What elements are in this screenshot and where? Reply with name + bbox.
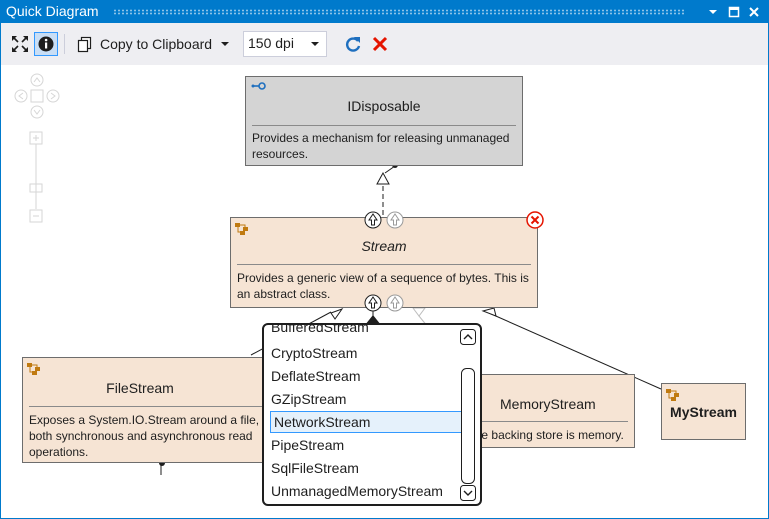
derived-types-popup: BufferedStream CryptoStream DeflateStrea…: [262, 323, 482, 506]
toolbar: Copy to Clipboard 150 dpi: [1, 23, 768, 65]
close-window-icon[interactable]: [746, 4, 762, 20]
class-icon: [235, 223, 248, 235]
filestream-name: FileStream: [106, 380, 174, 396]
filestream-description: Exposes a System.IO.Stream around a file…: [29, 413, 269, 459]
info-toggle-button[interactable]: [34, 32, 58, 56]
refresh-button[interactable]: [342, 32, 364, 56]
info-icon: [38, 36, 54, 52]
chevron-down-icon: [311, 42, 319, 46]
popup-item-bufferedstream[interactable]: BufferedStream: [271, 325, 369, 338]
idisposable-name: IDisposable: [347, 98, 421, 114]
popup-item-sqlfilestream[interactable]: SqlFileStream: [271, 457, 359, 479]
diagram-canvas[interactable]: IDisposable Provides a mechanism for rel…: [1, 65, 768, 518]
refresh-icon: [346, 37, 361, 52]
interface-icon: [251, 82, 266, 90]
class-icon: [27, 363, 40, 375]
mystream-class-box[interactable]: MyStream: [661, 383, 746, 440]
toolbar-separator: [64, 34, 65, 54]
copy-icon: [77, 36, 92, 53]
popup-item-networkstream[interactable]: NetworkStream: [270, 411, 462, 433]
divider: [29, 406, 283, 407]
popup-item-deflatestream[interactable]: DeflateStream: [271, 365, 360, 387]
window-title: Quick Diagram: [6, 3, 99, 19]
stream-name: Stream: [361, 238, 407, 254]
clear-button[interactable]: [369, 32, 391, 56]
filestream-class-box[interactable]: FileStream Exposes a System.IO.Stream ar…: [22, 357, 290, 463]
divider: [237, 264, 531, 265]
dpi-select[interactable]: 150 dpi: [243, 31, 327, 57]
popup-scrollbar[interactable]: [460, 329, 476, 501]
idisposable-interface-box[interactable]: IDisposable Provides a mechanism for rel…: [245, 76, 523, 166]
remove-node-icon[interactable]: [525, 210, 545, 230]
dropdown-arrow-icon[interactable]: [705, 4, 721, 20]
stream-base-expand-handles[interactable]: [363, 210, 407, 230]
idisposable-description: Provides a mechanism for releasing unman…: [252, 131, 510, 161]
title-bar-grip[interactable]: [113, 9, 684, 15]
stream-derived-expand-handles[interactable]: [363, 293, 407, 313]
class-icon: [666, 389, 679, 401]
maximize-icon[interactable]: [726, 4, 742, 20]
copy-to-clipboard-label: Copy to Clipboard: [100, 36, 213, 52]
title-bar: Quick Diagram: [1, 1, 768, 23]
expand-arrows-icon: [12, 36, 28, 52]
dpi-select-value: 150 dpi: [248, 35, 294, 51]
fit-to-window-button[interactable]: [8, 32, 32, 56]
mystream-name: MyStream: [670, 404, 737, 420]
popup-item-cryptostream[interactable]: CryptoStream: [271, 342, 357, 364]
quick-diagram-window: Quick Diagram Copy to Clipboard 150 dpi …: [0, 0, 769, 519]
popup-item-pipestream[interactable]: PipeStream: [271, 434, 344, 456]
copy-to-clipboard-button[interactable]: Copy to Clipboard: [75, 32, 232, 56]
chevron-down-icon[interactable]: [218, 37, 232, 51]
popup-item-gzipstream[interactable]: GZipStream: [271, 388, 346, 410]
memorystream-name: MemoryStream: [500, 396, 596, 412]
popup-item-unmanagedmemorystream[interactable]: UnmanagedMemoryStream: [271, 480, 443, 502]
divider: [252, 125, 516, 126]
red-x-icon: [372, 36, 388, 52]
